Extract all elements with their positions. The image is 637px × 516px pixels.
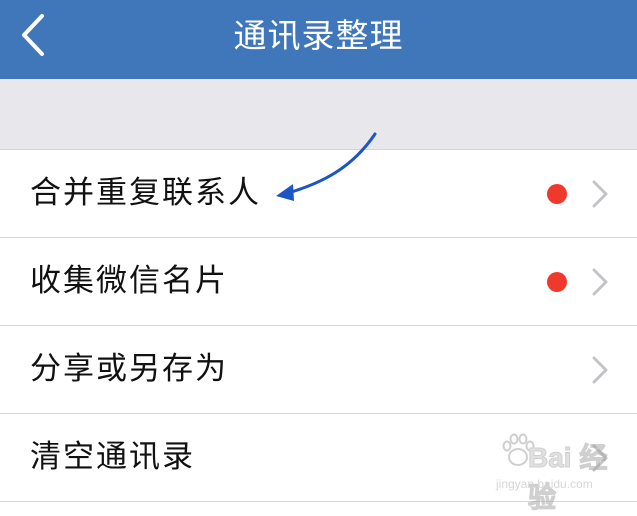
- chevron-right-icon: [592, 268, 608, 296]
- list-item-label: 清空通讯录: [30, 439, 195, 475]
- list-item-label: 收集微信名片: [30, 263, 228, 299]
- list-item-merge-duplicates[interactable]: 合并重复联系人: [0, 150, 637, 238]
- page-title: 通讯录整理: [233, 16, 404, 55]
- new-badge-dot: [547, 184, 567, 204]
- list-item-clear-contacts[interactable]: 清空通讯录: [0, 414, 637, 502]
- list-item-label: 分享或另存为: [30, 351, 228, 387]
- list-item-collect-wechat-cards[interactable]: 收集微信名片: [0, 238, 637, 326]
- chevron-right-icon: [592, 180, 608, 208]
- chevron-right-icon: [592, 356, 608, 384]
- list-item-share-or-save-as[interactable]: 分享或另存为: [0, 326, 637, 414]
- nav-bar: 通讯录整理: [0, 0, 637, 79]
- settings-list: 合并重复联系人 收集微信名片 分享或另存为 清空通讯录: [0, 150, 637, 502]
- new-badge-dot: [547, 272, 567, 292]
- chevron-right-icon: [592, 444, 608, 472]
- section-spacer: [0, 79, 637, 150]
- list-item-label: 合并重复联系人: [30, 175, 261, 211]
